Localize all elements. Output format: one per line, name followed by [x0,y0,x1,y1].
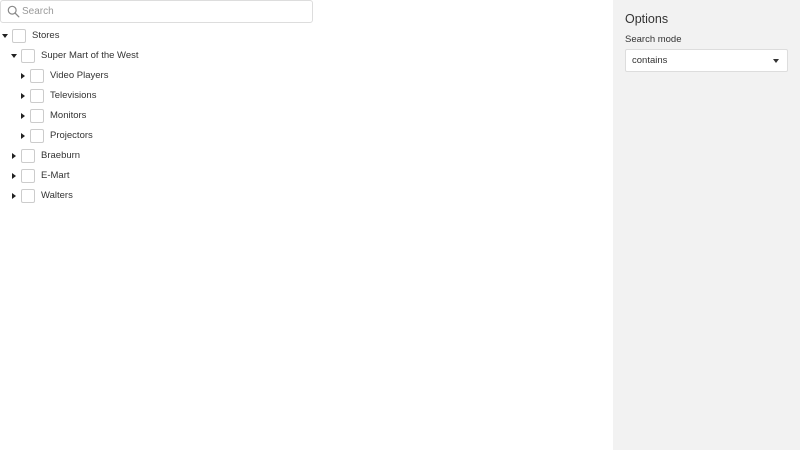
search-mode-select[interactable]: contains [625,49,788,72]
expand-toggle-stores[interactable] [0,26,11,46]
checkbox-televisions[interactable] [30,89,44,103]
checkbox-e-mart[interactable] [21,169,35,183]
expand-toggle-super-mart-of-the-west[interactable] [8,46,20,66]
expand-toggle-e-mart[interactable] [8,166,20,186]
expand-toggle-televisions[interactable] [17,86,29,106]
search-mode-label: Search mode [625,34,682,45]
caret-down-icon [2,34,8,38]
checkbox-video-players[interactable] [30,69,44,83]
chevron-down-icon [773,58,779,63]
search-mode-value: contains [632,55,668,66]
search-box[interactable] [0,0,313,23]
options-title: Options [625,12,669,26]
tree-node-label[interactable]: Projectors [50,126,93,146]
app-root: Stores Super Mart of the West Video Play… [0,0,800,450]
caret-right-icon [21,73,25,79]
expand-toggle-video-players[interactable] [17,66,29,86]
tree-node-walters: Walters [0,186,600,206]
expand-toggle-projectors[interactable] [17,126,29,146]
tree-view: Stores Super Mart of the West Video Play… [0,26,600,206]
tree-node-televisions: Televisions [0,86,600,106]
options-panel: Options Search mode contains [613,0,800,450]
expand-toggle-monitors[interactable] [17,106,29,126]
expand-toggle-walters[interactable] [8,186,20,206]
search-input[interactable] [22,1,307,22]
tree-node-label[interactable]: Walters [41,186,73,206]
checkbox-braeburn[interactable] [21,149,35,163]
tree-node-projectors: Projectors [0,126,600,146]
caret-right-icon [12,153,16,159]
tree-node-label[interactable]: Monitors [50,106,86,126]
caret-right-icon [21,133,25,139]
tree-node-super-mart-of-the-west: Super Mart of the West [0,46,600,66]
tree-node-label[interactable]: E-Mart [41,166,70,186]
checkbox-walters[interactable] [21,189,35,203]
tree-node-e-mart: E-Mart [0,166,600,186]
tree-node-label[interactable]: Stores [32,26,59,46]
expand-toggle-braeburn[interactable] [8,146,20,166]
checkbox-stores[interactable] [12,29,26,43]
caret-down-icon [11,54,17,58]
tree-node-monitors: Monitors [0,106,600,126]
checkbox-monitors[interactable] [30,109,44,123]
tree-view-pane: Stores Super Mart of the West Video Play… [0,0,613,450]
caret-right-icon [21,113,25,119]
tree-node-label[interactable]: Braeburn [41,146,80,166]
tree-node-label[interactable]: Televisions [50,86,96,106]
tree-node-label[interactable]: Video Players [50,66,108,86]
tree-node-stores: Stores [0,26,600,46]
caret-right-icon [12,173,16,179]
checkbox-super-mart-of-the-west[interactable] [21,49,35,63]
tree-node-video-players: Video Players [0,66,600,86]
tree-node-label[interactable]: Super Mart of the West [41,46,139,66]
search-icon [7,5,20,18]
caret-right-icon [12,193,16,199]
caret-right-icon [21,93,25,99]
checkbox-projectors[interactable] [30,129,44,143]
tree-node-braeburn: Braeburn [0,146,600,166]
